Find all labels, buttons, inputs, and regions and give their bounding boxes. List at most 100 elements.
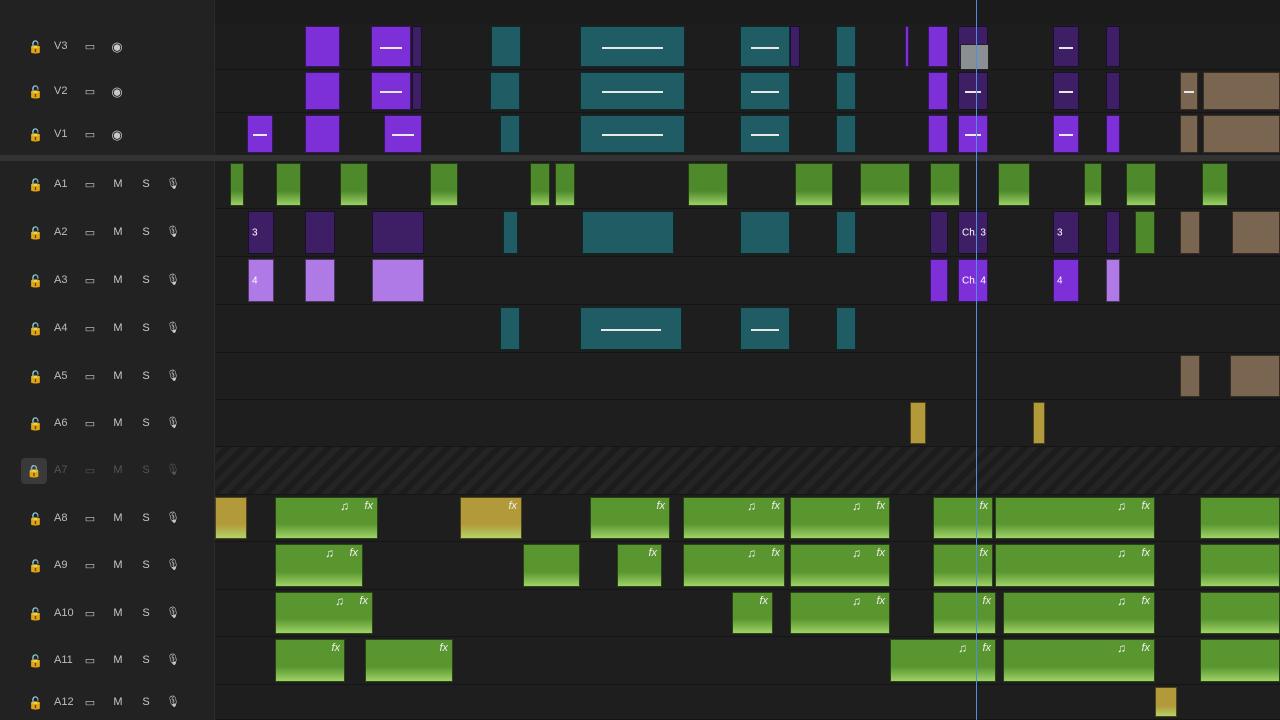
clip[interactable] <box>740 307 790 350</box>
film-icon[interactable]: ▭ <box>82 274 98 287</box>
clip[interactable] <box>1106 72 1120 110</box>
clip[interactable] <box>372 211 424 254</box>
clip[interactable] <box>928 115 948 153</box>
solo-button[interactable]: S <box>140 654 152 666</box>
film-icon[interactable]: ▭ <box>82 322 98 335</box>
clip[interactable]: fx ♫ <box>995 497 1155 539</box>
mic-icon[interactable]: 🎙 <box>166 225 180 238</box>
clip[interactable] <box>1106 26 1120 67</box>
mute-button[interactable]: M <box>112 178 124 190</box>
clip[interactable]: 4 <box>248 259 274 302</box>
clip[interactable] <box>580 72 685 110</box>
clip[interactable]: fx ♫ <box>275 497 378 539</box>
clip[interactable] <box>1106 259 1120 302</box>
lock-icon[interactable]: 🔓 <box>28 40 43 54</box>
clip[interactable] <box>1200 497 1280 539</box>
timeline-panel[interactable]: 🔓 V3 ▭ ◉ 🔓 V2 ▭ ◉ 🔓 V1 ▭ ◉ 🔓 A1 ▭ M S 🎙 🔓 A2 ▭ M S 🎙 🔓 A3 ▭ M S 🎙 🔓 A4 ▭… <box>0 0 1280 720</box>
mic-icon[interactable]: 🎙 <box>166 606 180 619</box>
clip[interactable] <box>305 26 340 67</box>
mute-button[interactable]: M <box>112 417 124 429</box>
clip[interactable] <box>500 307 520 350</box>
clip[interactable] <box>1084 163 1102 206</box>
clip[interactable]: fx ♫ <box>683 497 785 539</box>
clip[interactable] <box>580 26 685 67</box>
clip[interactable] <box>928 26 948 67</box>
clip[interactable] <box>555 163 575 206</box>
track-lane[interactable] <box>215 353 1280 400</box>
lock-icon[interactable]: 🔓 <box>28 226 43 240</box>
clip[interactable] <box>998 163 1030 206</box>
clip[interactable] <box>1180 72 1198 110</box>
clip[interactable]: Ch. 3 <box>958 211 988 254</box>
clip[interactable] <box>1200 592 1280 634</box>
clip[interactable] <box>580 307 682 350</box>
mic-icon[interactable]: 🎙 <box>166 511 180 524</box>
clip[interactable] <box>930 163 960 206</box>
solo-button[interactable]: S <box>140 464 152 476</box>
clip[interactable] <box>1135 211 1155 254</box>
solo-button[interactable]: S <box>140 607 152 619</box>
clip[interactable] <box>1180 211 1200 254</box>
clip[interactable] <box>1180 355 1200 397</box>
lock-icon[interactable]: 🔓 <box>28 512 43 526</box>
clip[interactable] <box>958 72 988 110</box>
clip[interactable] <box>305 115 340 153</box>
solo-button[interactable]: S <box>140 512 152 524</box>
clip[interactable] <box>836 115 856 153</box>
clip[interactable]: 3 <box>1053 211 1079 254</box>
clip[interactable] <box>215 497 247 539</box>
track-lane[interactable] <box>215 400 1280 447</box>
mic-icon[interactable]: 🎙 <box>166 558 180 571</box>
clip[interactable]: fx <box>590 497 670 539</box>
clip[interactable]: fx <box>933 544 993 587</box>
clip[interactable] <box>1053 26 1079 67</box>
clip[interactable] <box>491 26 521 67</box>
lock-icon[interactable]: 🔓 <box>28 417 43 431</box>
eye-icon[interactable]: ◉ <box>109 39 125 55</box>
clip[interactable] <box>688 163 728 206</box>
mute-button[interactable]: M <box>112 322 124 334</box>
film-icon[interactable]: ▭ <box>82 512 98 525</box>
film-icon[interactable]: ▭ <box>82 40 98 53</box>
clip[interactable] <box>247 115 273 153</box>
mic-icon[interactable]: 🎙 <box>166 369 180 382</box>
clip[interactable] <box>412 26 422 67</box>
clip[interactable] <box>1033 402 1045 444</box>
clip[interactable] <box>1202 163 1228 206</box>
lock-icon[interactable]: 🔓 <box>28 559 43 573</box>
mute-button[interactable]: M <box>112 464 124 476</box>
clip[interactable] <box>503 211 518 254</box>
clip[interactable]: fx ♫ <box>790 592 890 634</box>
clip[interactable] <box>1203 72 1280 110</box>
clip[interactable] <box>1200 544 1280 587</box>
film-icon[interactable]: ▭ <box>82 128 98 141</box>
clip[interactable] <box>371 72 411 110</box>
clip[interactable]: fx <box>617 544 662 587</box>
clip[interactable]: fx ♫ <box>683 544 785 587</box>
clip[interactable]: 3 <box>248 211 274 254</box>
mic-icon[interactable]: 🎙 <box>166 273 180 286</box>
track-lane[interactable] <box>215 161 1280 209</box>
mic-icon[interactable]: 🎙 <box>166 695 180 708</box>
lock-icon[interactable]: 🔓 <box>28 322 43 336</box>
clip[interactable] <box>1053 72 1079 110</box>
clip[interactable] <box>740 115 790 153</box>
clip[interactable] <box>795 163 833 206</box>
clip[interactable]: fx <box>275 639 345 682</box>
clip[interactable] <box>740 72 790 110</box>
clip[interactable] <box>305 72 340 110</box>
mic-icon[interactable]: 🎙 <box>166 416 180 429</box>
clip[interactable] <box>305 259 335 302</box>
mic-icon[interactable]: 🎙 <box>166 177 180 190</box>
mute-button[interactable]: M <box>112 696 124 708</box>
mic-icon[interactable]: 🎙 <box>166 321 180 334</box>
clip[interactable] <box>500 115 520 153</box>
clip[interactable] <box>276 163 301 206</box>
clip[interactable]: Ch. 4 <box>958 259 988 302</box>
clip[interactable] <box>740 211 790 254</box>
clip[interactable] <box>1106 211 1120 254</box>
clip[interactable] <box>1232 211 1280 254</box>
clip[interactable]: fx ♫ <box>790 497 890 539</box>
film-icon[interactable]: ▭ <box>82 696 98 709</box>
mute-button[interactable]: M <box>112 274 124 286</box>
